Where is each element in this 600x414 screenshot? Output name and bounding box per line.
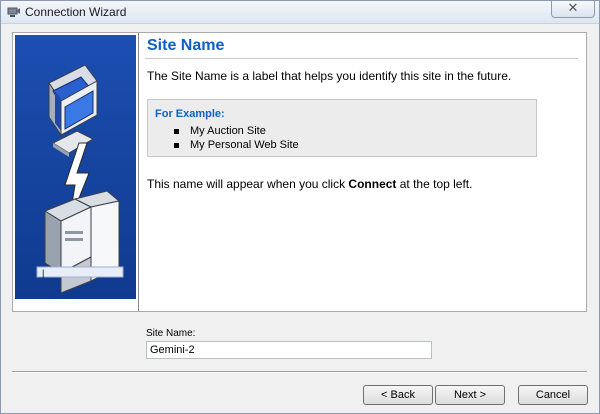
monitor-icon (48, 64, 98, 157)
note-suffix: at the top left. (396, 177, 473, 191)
list-item: My Auction Site (174, 124, 299, 138)
connection-wizard-window: Connection Wizard ✕ | Site Name The Site… (0, 0, 600, 414)
page-title: Site Name (147, 37, 225, 54)
close-button[interactable]: ✕ (551, 1, 595, 18)
computers-connection-illustration: | (36, 64, 124, 294)
side-caption: | (42, 268, 44, 278)
note-connect-word: Connect (348, 177, 397, 191)
connect-note: This name will appear when you click Con… (147, 177, 472, 191)
heading-divider (145, 58, 578, 59)
computer-tower-icon (43, 190, 121, 294)
title-bar: Connection Wizard ✕ (1, 1, 599, 24)
site-name-input[interactable] (146, 341, 432, 359)
side-illustration-panel: | (15, 35, 136, 299)
site-name-label: Site Name: (146, 328, 196, 339)
example-list: My Auction Site My Personal Web Site (174, 124, 299, 152)
back-button[interactable]: < Back (363, 385, 433, 405)
cancel-button[interactable]: Cancel (518, 385, 588, 405)
close-icon: ✕ (567, 0, 579, 15)
example-box: For Example: My Auction Site My Personal… (147, 99, 537, 157)
note-prefix: This name will appear when you click (147, 177, 349, 191)
example-title: For Example: (155, 108, 225, 120)
wizard-content-panel: | Site Name The Site Name is a label tha… (12, 32, 587, 312)
next-button[interactable]: Next > (435, 385, 505, 405)
description-text: The Site Name is a label that helps you … (147, 69, 512, 83)
caption-bar (36, 266, 124, 278)
main-area: Site Name The Site Name is a label that … (138, 33, 586, 311)
window-title: Connection Wizard (25, 5, 127, 19)
button-separator (12, 371, 587, 373)
list-item: My Personal Web Site (174, 138, 299, 152)
connection-icon (7, 7, 20, 17)
